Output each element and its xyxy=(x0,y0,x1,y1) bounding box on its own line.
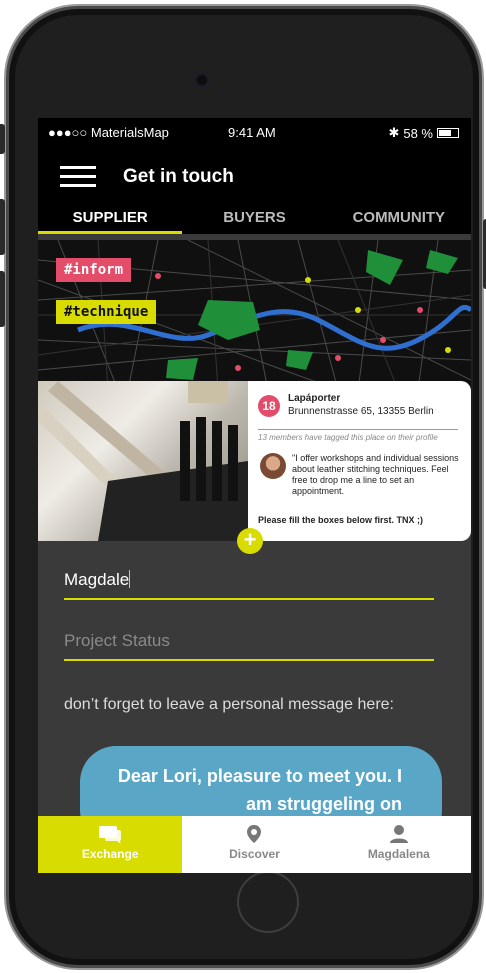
place-card[interactable]: 18 Lapáporter Brunnenstrasse 65, 13355 B… xyxy=(38,381,471,541)
tab-bar: SUPPLIER BUYERS COMMUNITY xyxy=(38,204,471,234)
divider xyxy=(258,429,458,430)
volume-up-button xyxy=(0,199,5,255)
tab-buyers[interactable]: BUYERS xyxy=(182,204,326,234)
text-caret xyxy=(129,570,131,588)
battery-percent: 58 % xyxy=(403,125,433,141)
page-title: Get in touch xyxy=(123,166,234,187)
members-note: 13 members have tagged this place on the… xyxy=(258,433,438,442)
message-prompt: don’t forget to leave a personal message… xyxy=(64,696,394,713)
location-pin-icon xyxy=(247,825,262,843)
volume-down-button xyxy=(0,271,5,327)
city-map[interactable]: #inform #technique xyxy=(38,240,471,390)
front-camera-icon xyxy=(195,73,209,87)
tab-community[interactable]: COMMUNITY xyxy=(327,204,471,234)
nav-discover-label: Discover xyxy=(229,847,280,861)
nav-discover[interactable]: Discover xyxy=(182,816,326,873)
clock: 9:41 AM xyxy=(228,125,276,140)
battery-status: ✱ 58 % xyxy=(388,125,459,141)
name-input[interactable]: Magdale xyxy=(64,562,434,600)
tag-count-badge: 18 xyxy=(258,395,280,417)
bottom-nav: Exchange Discover Magdalena xyxy=(38,816,471,873)
chat-icon xyxy=(99,826,122,844)
project-status-input[interactable]: Project Status xyxy=(64,623,434,661)
nav-profile[interactable]: Magdalena xyxy=(327,816,471,873)
tag-technique[interactable]: #technique xyxy=(56,300,157,324)
nav-profile-label: Magdalena xyxy=(367,847,430,861)
bluetooth-icon: ✱ xyxy=(388,125,400,140)
battery-icon xyxy=(437,128,459,138)
nav-exchange[interactable]: Exchange xyxy=(38,816,183,873)
place-photo xyxy=(38,381,248,541)
mute-switch xyxy=(0,124,5,154)
menu-icon[interactable] xyxy=(60,166,96,188)
place-name: Lapáporter xyxy=(288,393,341,404)
supplier-quote: "I offer workshops and individual sessio… xyxy=(292,453,459,496)
carrier-label: ●●●○○ MaterialsMap xyxy=(48,125,169,140)
add-button[interactable]: + xyxy=(237,528,263,554)
status-bar: ●●●○○ MaterialsMap 9:41 AM ✱ 58 % xyxy=(38,118,471,146)
app-screen: ●●●○○ MaterialsMap 9:41 AM ✱ 58 % Get in… xyxy=(38,118,471,873)
name-value: Magdale xyxy=(64,570,130,589)
avatar xyxy=(260,453,286,479)
home-button[interactable] xyxy=(237,871,299,933)
user-icon xyxy=(389,825,408,843)
app-header: Get in touch SUPPLIER BUYERS COMMUNITY xyxy=(38,146,471,234)
nav-exchange-label: Exchange xyxy=(81,847,139,861)
tab-supplier[interactable]: SUPPLIER xyxy=(38,204,183,234)
fill-note: Please fill the boxes below first. TNX ;… xyxy=(258,515,424,525)
tag-inform[interactable]: #inform xyxy=(56,258,132,282)
place-address: Brunnenstrasse 65, 13355 Berlin xyxy=(288,406,434,417)
